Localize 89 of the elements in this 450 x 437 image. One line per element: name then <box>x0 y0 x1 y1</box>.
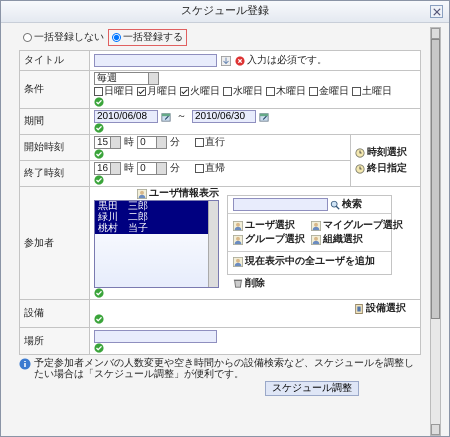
hour-select[interactable]: 16 <box>94 162 122 175</box>
checkbox[interactable] <box>180 87 189 96</box>
search-icon <box>330 200 340 210</box>
range-separator: ～ <box>176 111 186 122</box>
field-label: 設備 <box>24 308 44 319</box>
checkbox-label[interactable]: 水曜日 <box>233 86 263 97</box>
error-icon <box>235 56 245 66</box>
info-icon <box>19 358 31 370</box>
checkbox[interactable] <box>266 87 275 96</box>
equipment-icon <box>354 304 364 314</box>
clock-icon <box>355 148 365 158</box>
unit-label: 分 <box>170 163 180 174</box>
field-label: 条件 <box>24 84 44 95</box>
window-title: スケジュール登録 <box>181 5 269 18</box>
checkbox-label[interactable]: 金曜日 <box>319 86 349 97</box>
action-link[interactable]: 時刻選択 <box>367 147 407 158</box>
member-listbox[interactable]: 黒田 三郎 緑川 二郎 桃村 当子 <box>94 200 219 288</box>
required-message: 入力は必須です。 <box>247 55 327 66</box>
radio-button[interactable] <box>23 32 32 42</box>
list-item[interactable]: 緑川 二郎 <box>95 212 208 223</box>
schedule-adjust-button[interactable]: スケジュール調整 <box>265 381 359 396</box>
select-link[interactable]: グループ選択 <box>245 234 305 245</box>
unit-label: 時 <box>124 163 134 174</box>
minute-select[interactable]: 0 <box>137 162 168 175</box>
search-input[interactable] <box>233 198 328 211</box>
action-link[interactable]: 終日指定 <box>367 163 407 174</box>
user-info-link[interactable]: ユーザ情報表示 <box>149 188 219 199</box>
checkbox[interactable] <box>352 87 361 96</box>
checkbox-label[interactable]: 日曜日 <box>104 86 134 97</box>
unit-label: 時 <box>124 137 134 148</box>
checkbox[interactable] <box>195 164 204 173</box>
minute-select[interactable]: 0 <box>137 136 168 149</box>
check-icon <box>94 314 104 324</box>
select-link[interactable]: マイグループ選択 <box>323 220 403 231</box>
title-input[interactable] <box>94 54 217 67</box>
field-label: タイトル <box>24 55 64 66</box>
info-text: 予定参加者メンバの人数変更や空き時間からの設備検索など、スケジュールを調整したい場合は「スケジュール調整」が便利です。 <box>34 358 415 380</box>
checkbox-label[interactable]: 火曜日 <box>190 86 220 97</box>
person-icon <box>311 234 321 244</box>
check-icon <box>94 97 104 107</box>
date-input[interactable]: 2010/06/08 <box>94 110 158 123</box>
unit-label: 分 <box>170 137 180 148</box>
close-button[interactable] <box>430 5 443 18</box>
check-icon <box>94 288 104 298</box>
checkbox[interactable] <box>195 138 204 147</box>
select-link[interactable]: ユーザ選択 <box>245 220 295 231</box>
date-input[interactable]: 2010/06/30 <box>192 110 256 123</box>
checkbox-label[interactable]: 木曜日 <box>276 86 306 97</box>
field-label: 参加者 <box>24 238 54 248</box>
close-icon <box>431 6 442 17</box>
checkbox-label[interactable]: 月曜日 <box>147 86 177 97</box>
radio-label[interactable]: 一括登録しない <box>34 32 104 42</box>
arrow-icon <box>221 56 231 66</box>
check-icon <box>94 149 104 159</box>
field-label: 場所 <box>24 336 44 346</box>
scrollbar[interactable] <box>208 201 218 287</box>
radio-button[interactable] <box>112 32 121 42</box>
person-icon <box>311 220 321 230</box>
checkbox-label[interactable]: 直帰 <box>205 163 226 174</box>
check-icon <box>94 175 104 185</box>
scrollbar[interactable] <box>430 27 441 436</box>
search-link[interactable]: 検索 <box>342 199 362 210</box>
field-label: 開始時刻 <box>24 142 64 153</box>
calendar-icon <box>259 112 269 122</box>
delete-link[interactable]: 削除 <box>245 278 265 288</box>
checkbox-label[interactable]: 土曜日 <box>362 86 392 97</box>
list-item[interactable]: 桃村 当子 <box>95 223 208 234</box>
check-icon <box>94 123 104 133</box>
person-icon <box>137 188 147 198</box>
check-icon <box>94 342 104 352</box>
hour-select[interactable]: 15 <box>94 136 122 149</box>
list-item[interactable]: 黒田 三郎 <box>95 201 208 212</box>
field-label: 終了時刻 <box>24 168 64 179</box>
field-label: 期間 <box>24 116 44 127</box>
trash-icon <box>233 278 243 288</box>
repeat-select[interactable]: 毎週 <box>94 72 159 85</box>
checkbox[interactable] <box>94 87 103 96</box>
checkbox[interactable] <box>137 87 146 96</box>
add-all-link[interactable]: 現在表示中の全ユーザを追加 <box>245 256 375 267</box>
checkbox[interactable] <box>223 87 232 96</box>
checkbox-label[interactable]: 直行 <box>205 137 226 148</box>
clock-icon <box>355 164 365 174</box>
equipment-link[interactable]: 設備選択 <box>366 303 406 314</box>
person-icon <box>233 220 243 230</box>
checkbox[interactable] <box>309 87 318 96</box>
place-input[interactable] <box>94 330 217 342</box>
calendar-icon <box>161 112 171 122</box>
select-link[interactable]: 組織選択 <box>323 234 363 245</box>
person-icon <box>233 234 243 244</box>
